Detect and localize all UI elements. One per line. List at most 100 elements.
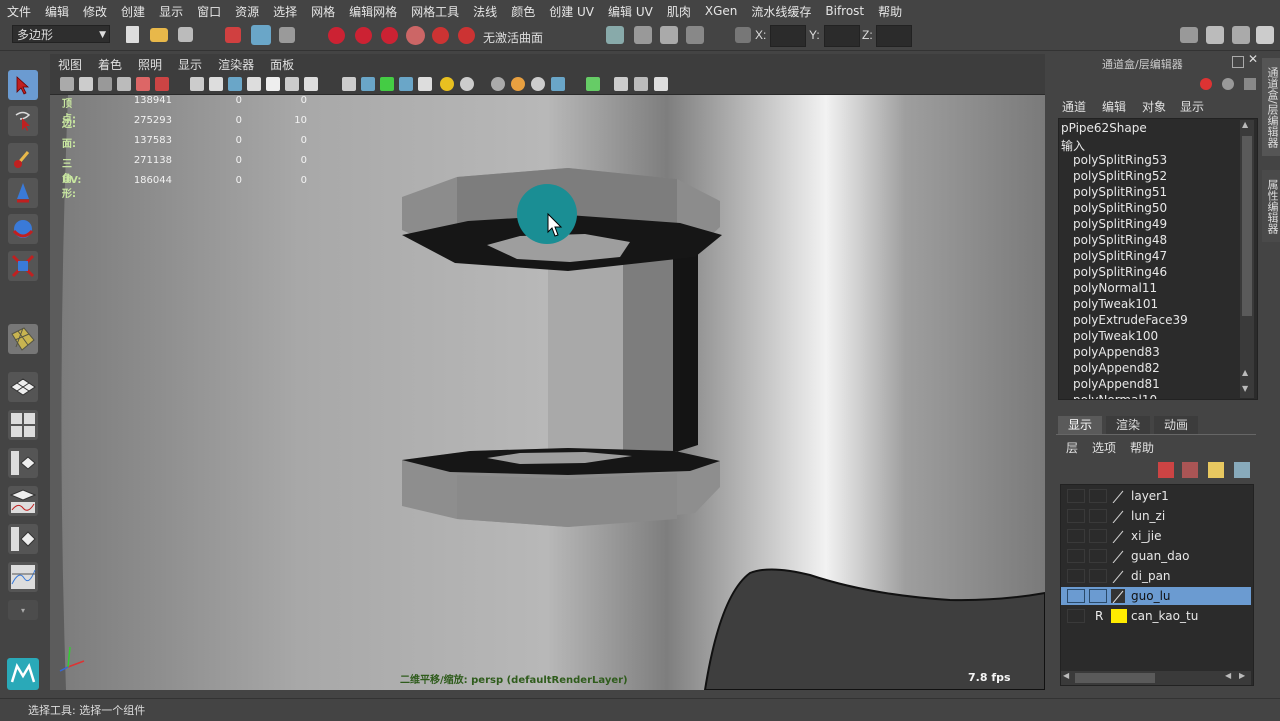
layer-display-type-toggle[interactable]	[1089, 549, 1107, 563]
input-node[interactable]: polySplitRing49	[1073, 217, 1167, 231]
safe-action-icon[interactable]	[285, 77, 299, 91]
snap-view-plane-icon[interactable]	[406, 26, 425, 45]
layer-row[interactable]: xi_jie	[1061, 527, 1251, 545]
menu-assets[interactable]: 资源	[228, 3, 266, 20]
layer-display-type-toggle[interactable]	[1089, 589, 1107, 603]
side-tab-channel-box[interactable]: 通道盒/层编辑器	[1262, 58, 1280, 156]
hypershade-persp-button[interactable]	[8, 524, 38, 554]
snap-live-surface-icon[interactable]	[432, 27, 449, 44]
menu-normals[interactable]: 法线	[466, 3, 504, 20]
chevron-up-icon[interactable]: ▲	[1242, 120, 1248, 129]
snap-curve-icon[interactable]	[355, 27, 372, 44]
menu-mesh-tools[interactable]: 网格工具	[404, 3, 466, 20]
menu-help[interactable]: 帮助	[871, 3, 909, 20]
wireframe-icon[interactable]	[342, 77, 356, 91]
chevron-right-icon[interactable]: ▶	[1239, 671, 1245, 680]
xray-joints-icon[interactable]	[614, 77, 628, 91]
gate-mask-icon[interactable]	[247, 77, 261, 91]
input-node[interactable]: polySplitRing53	[1073, 153, 1167, 167]
xray-icon[interactable]	[399, 77, 413, 91]
layer-visibility-toggle[interactable]	[1067, 529, 1085, 543]
graph-persp-button[interactable]	[8, 486, 38, 516]
rotate-tool-button[interactable]	[8, 214, 38, 244]
menu-color[interactable]: 颜色	[504, 3, 542, 20]
layer-name[interactable]: can_kao_tu	[1131, 609, 1198, 623]
resolution-gate-icon[interactable]	[228, 77, 242, 91]
menu-set-dropdown[interactable]: 多边形 ▼	[12, 25, 110, 43]
chevron-left-icon[interactable]: ◀	[1225, 671, 1231, 680]
camera-attributes-icon[interactable]	[79, 77, 93, 91]
layer-display-type-toggle[interactable]	[1089, 529, 1107, 543]
ipr-render-icon[interactable]	[660, 26, 678, 44]
anti-aliasing-icon[interactable]	[531, 77, 545, 91]
input-node[interactable]: polyExtrudeFace39	[1073, 313, 1188, 327]
vp-menu-shading[interactable]: 着色	[90, 56, 130, 73]
move-down-layer-icon[interactable]	[1234, 462, 1250, 478]
textured-icon[interactable]	[418, 77, 432, 91]
open-scene-icon[interactable]	[150, 28, 168, 42]
menu-edit-mesh[interactable]: 编辑网格	[342, 3, 404, 20]
outliner-persp-button[interactable]	[8, 448, 38, 478]
channel-box-scrollbar[interactable]: ▲ ▲ ▼	[1240, 120, 1254, 398]
render-settings-icon[interactable]	[686, 26, 704, 44]
menu-create[interactable]: 创建	[114, 3, 152, 20]
close-icon[interactable]: ✕	[1248, 52, 1258, 66]
vp-menu-view[interactable]: 视图	[50, 56, 90, 73]
save-scene-icon[interactable]	[178, 27, 193, 42]
layer-visibility-toggle[interactable]	[1067, 589, 1085, 603]
cb-menu-channels[interactable]: 通道	[1062, 98, 1086, 115]
scrollbar-thumb[interactable]	[1242, 136, 1252, 316]
motion-blur-icon[interactable]	[511, 77, 525, 91]
layer-row[interactable]: R can_kao_tu	[1061, 607, 1251, 625]
menu-create-uv[interactable]: 创建 UV	[542, 3, 601, 20]
camera-select-icon[interactable]	[60, 77, 74, 91]
vp-menu-renderer[interactable]: 渲染器	[210, 56, 262, 73]
menu-window[interactable]: 窗口	[190, 3, 228, 20]
graph-layout-button[interactable]	[8, 562, 38, 592]
move-up-layer-icon[interactable]	[1208, 462, 1224, 478]
modeling-toolkit-icon[interactable]	[1180, 27, 1198, 43]
layer-row-selected[interactable]: guo_lu	[1061, 587, 1251, 605]
vp-menu-show[interactable]: 显示	[170, 56, 210, 73]
layer-visibility-toggle[interactable]	[1067, 549, 1085, 563]
cb-menu-show[interactable]: 显示	[1180, 98, 1204, 115]
move-tool-button[interactable]	[8, 178, 38, 208]
render-view-icon[interactable]	[606, 26, 624, 44]
film-gate-icon[interactable]	[209, 77, 223, 91]
input-node[interactable]: polyAppend82	[1073, 361, 1160, 375]
layer-visibility-toggle[interactable]	[1067, 509, 1085, 523]
screen-space-ao-icon[interactable]	[491, 77, 505, 91]
x-field[interactable]	[770, 25, 806, 47]
layer-row[interactable]: di_pan	[1061, 567, 1251, 585]
perspective-viewport[interactable]: 顶点: 138941 0 0 边: 275293 0 10 面: 137583 …	[50, 95, 1045, 690]
grease-pencil-icon[interactable]	[155, 77, 169, 91]
2d-pan-zoom-icon[interactable]	[136, 77, 150, 91]
menu-select[interactable]: 选择	[266, 3, 304, 20]
layout-more-button[interactable]: ▾	[8, 600, 38, 620]
scale-tool-button[interactable]	[8, 251, 38, 281]
safe-title-icon[interactable]	[304, 77, 318, 91]
vp-menu-panels[interactable]: 面板	[262, 56, 302, 73]
input-node[interactable]: polySplitRing48	[1073, 233, 1167, 247]
layer-name[interactable]: guan_dao	[1131, 549, 1190, 563]
chevron-down-icon[interactable]: ▼	[1242, 384, 1248, 393]
shadows-icon[interactable]	[460, 77, 474, 91]
uv-layout-button[interactable]	[8, 324, 38, 354]
layer-display-type-toggle[interactable]	[1089, 509, 1107, 523]
four-pane-button[interactable]	[8, 410, 38, 440]
menu-mesh[interactable]: 网格	[304, 3, 342, 20]
layer-name[interactable]: guo_lu	[1131, 589, 1171, 603]
select-tool-button[interactable]	[8, 70, 38, 100]
layer-name[interactable]: di_pan	[1131, 569, 1171, 583]
menu-file[interactable]: 文件	[0, 3, 38, 20]
select-object-icon[interactable]	[251, 25, 271, 45]
wireframe-on-shaded-icon[interactable]	[380, 77, 394, 91]
menu-bifrost[interactable]: Bifrost	[818, 4, 871, 18]
timer-icon[interactable]	[1222, 78, 1234, 90]
bookmarks-icon[interactable]	[98, 77, 112, 91]
attribute-editor-icon[interactable]	[1206, 26, 1224, 44]
tool-settings-icon[interactable]	[1232, 26, 1250, 44]
menu-edit[interactable]: 编辑	[38, 3, 76, 20]
layer-display-type-toggle[interactable]	[1089, 489, 1107, 503]
tab-render[interactable]: 渲染	[1106, 416, 1150, 434]
